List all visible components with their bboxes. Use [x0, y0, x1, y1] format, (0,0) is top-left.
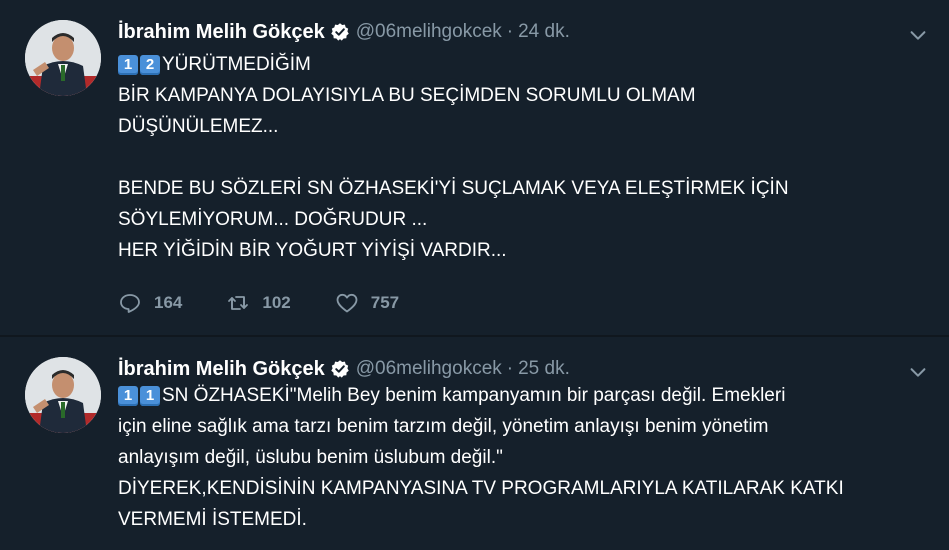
- tweet-line-text: SN ÖZHASEKİ"Melih Bey benim kampanyamın …: [162, 385, 786, 406]
- tweet-header: İbrahim Melih Gökçek @06melihgokcek · 24…: [118, 20, 570, 44]
- tweet-header: İbrahim Melih Gökçek @06melihgokcek · 25…: [118, 357, 570, 381]
- keycap-emoji: 1: [118, 54, 138, 75]
- tweet[interactable]: İbrahim Melih Gökçek @06melihgokcek · 25…: [0, 337, 949, 550]
- tweet-text: 1 2 YÜRÜTMEDİĞİM BİR KAMPANYA DOLAYISIYL…: [118, 49, 918, 266]
- keycap-emoji: 1: [140, 385, 160, 406]
- author-name[interactable]: İbrahim Melih Gökçek: [118, 21, 325, 44]
- tweet-line: anlayışım değil, üslubu benim üslubum de…: [118, 447, 503, 468]
- avatar[interactable]: [25, 357, 101, 433]
- tweet-line: için eline sağlık ama tarzı benim tarzım…: [118, 416, 769, 437]
- tweet-line: VERMEMİ İSTEMEDİ.: [118, 509, 307, 530]
- tweet-line: SÖYLEMİYORUM... DOĞRUDUR ...: [118, 209, 428, 230]
- tweet-text: 1 1 SN ÖZHASEKİ"Melih Bey benim kampanya…: [118, 380, 918, 535]
- author-handle[interactable]: @06melihgokcek: [356, 21, 502, 43]
- reply-icon: [120, 294, 140, 313]
- tweet-actions: 164 102 757: [118, 291, 443, 315]
- tweet-line: DİYEREK,KENDİSİNİN KAMPANYASINA TV PROGR…: [118, 478, 844, 499]
- separator-dot: ·: [506, 358, 514, 379]
- tweet-line: BİR KAMPANYA DOLAYISIYLA BU SEÇİMDEN SOR…: [118, 85, 696, 106]
- avatar[interactable]: [25, 20, 101, 96]
- separator-dot: ·: [506, 21, 514, 42]
- verified-badge-icon: [330, 360, 349, 378]
- tweet-line: 1 2 YÜRÜTMEDİĞİM: [118, 49, 918, 80]
- tweet-line-text: YÜRÜTMEDİĞİM: [162, 54, 311, 75]
- keycap-emoji: 1: [118, 385, 138, 406]
- like-button[interactable]: 757: [335, 291, 399, 315]
- profile-photo: [25, 357, 101, 433]
- tweet-line: BENDE BU SÖZLERİ SN ÖZHASEKİ'Yİ SUÇLAMAK…: [118, 178, 789, 199]
- like-count: 757: [370, 293, 400, 312]
- reply-button[interactable]: 164: [118, 291, 182, 315]
- retweet-count: 102: [262, 293, 291, 312]
- author-name[interactable]: İbrahim Melih Gökçek: [118, 358, 325, 381]
- timestamp[interactable]: 24 dk.: [518, 21, 570, 43]
- tweet-line: HER YİĞİDİN BİR YOĞURT YİYİŞİ VARDIR...: [118, 240, 507, 261]
- author-handle[interactable]: @06melihgokcek: [356, 358, 502, 380]
- chevron-down-icon[interactable]: [907, 24, 929, 46]
- timestamp[interactable]: 25 dk.: [518, 358, 570, 380]
- retweet-button[interactable]: 102: [226, 291, 291, 315]
- keycap-emoji: 2: [140, 54, 160, 75]
- reply-count: 164: [154, 293, 183, 312]
- like-icon: [336, 293, 358, 313]
- tweet[interactable]: İbrahim Melih Gökçek @06melihgokcek · 24…: [0, 0, 949, 335]
- profile-photo: [25, 20, 101, 96]
- retweet-icon: [228, 296, 249, 310]
- tweet-line: 1 1 SN ÖZHASEKİ"Melih Bey benim kampanya…: [118, 380, 918, 411]
- tweet-line: DÜŞÜNÜLEMEZ...: [118, 116, 279, 137]
- verified-badge-icon: [330, 23, 349, 41]
